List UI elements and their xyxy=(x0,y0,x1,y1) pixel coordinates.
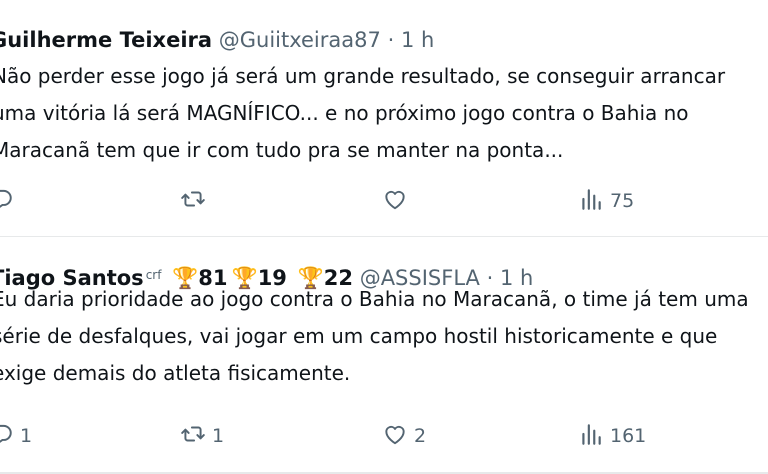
reply-icon xyxy=(0,421,14,452)
like-count: 2 xyxy=(414,425,427,447)
tweet-header: Guilherme Teixeira @Guiitxeiraa87 · 1 h xyxy=(0,26,434,54)
retweet-icon xyxy=(180,421,206,452)
reply-icon xyxy=(0,186,14,217)
tweet-text-line: uma vitória lá será MAGNÍFICO... e no pr… xyxy=(0,101,689,125)
tweet-text-line: Eu daria prioridade ao jogo contra o Bah… xyxy=(0,287,749,311)
retweet-icon xyxy=(180,186,206,217)
author-name[interactable]: Guilherme Teixeira xyxy=(0,28,212,52)
tweet-text-line: Não perder esse jogo já será um grande r… xyxy=(0,64,726,88)
retweet-button[interactable] xyxy=(180,186,212,216)
reply-count: 1 xyxy=(20,425,33,447)
views-icon xyxy=(578,186,604,217)
retweet-count: 1 xyxy=(212,425,225,447)
views-button[interactable]: 75 xyxy=(578,186,634,216)
tweet-text-line: Maracanã tem que ir com tudo pra se mant… xyxy=(0,138,564,162)
separator-dot: · xyxy=(387,28,395,52)
tweet-text: Eu daria prioridade ao jogo contra o Bah… xyxy=(0,281,768,392)
retweet-button[interactable]: 1 xyxy=(180,421,224,451)
reply-button[interactable] xyxy=(0,186,20,216)
tweet[interactable]: Guilherme Teixeira @Guiitxeiraa87 · 1 h … xyxy=(0,0,768,236)
tweet-text: Não perder esse jogo já será um grande r… xyxy=(0,58,768,169)
tweet-text-line: exige demais do atleta fisicamente. xyxy=(0,361,351,385)
tweet-text-line: série de desfalques, vai jogar em um cam… xyxy=(0,324,718,348)
like-button[interactable]: 2 xyxy=(382,421,426,451)
tweet[interactable]: Tiago Santos crf 🏆81 🏆19 🏆22 @ASSISFLA · 1… xyxy=(0,237,768,474)
tweet-actions: 75 xyxy=(0,186,768,216)
views-button[interactable]: 161 xyxy=(578,421,646,451)
reply-button[interactable]: 1 xyxy=(0,421,32,451)
views-count: 75 xyxy=(610,190,635,212)
like-button[interactable] xyxy=(382,186,414,216)
views-count: 161 xyxy=(610,425,647,447)
name-suffix: crf xyxy=(145,268,162,282)
heart-icon xyxy=(382,186,408,217)
author-handle[interactable]: @Guiitxeiraa87 xyxy=(219,28,381,52)
tweet-timestamp[interactable]: 1 h xyxy=(401,28,434,52)
views-icon xyxy=(578,421,604,452)
tweet-actions: 1 1 2 161 xyxy=(0,421,768,451)
heart-icon xyxy=(382,421,408,452)
